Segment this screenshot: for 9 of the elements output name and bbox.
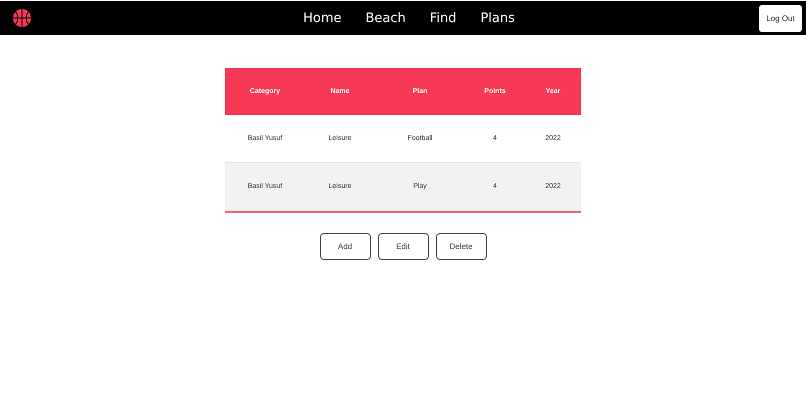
nav-link[interactable]: Beach	[366, 10, 406, 26]
basketball-icon	[12, 8, 32, 28]
nav-link[interactable]: Plans	[480, 10, 515, 26]
action-button[interactable]: Edit	[378, 233, 428, 260]
action-button[interactable]: Delete	[436, 233, 486, 260]
action-button[interactable]: Add	[320, 233, 370, 260]
nav-link[interactable]: Home	[303, 10, 342, 26]
nav-link[interactable]: Find	[430, 10, 456, 26]
logout-button[interactable]: Log Out	[759, 4, 802, 32]
